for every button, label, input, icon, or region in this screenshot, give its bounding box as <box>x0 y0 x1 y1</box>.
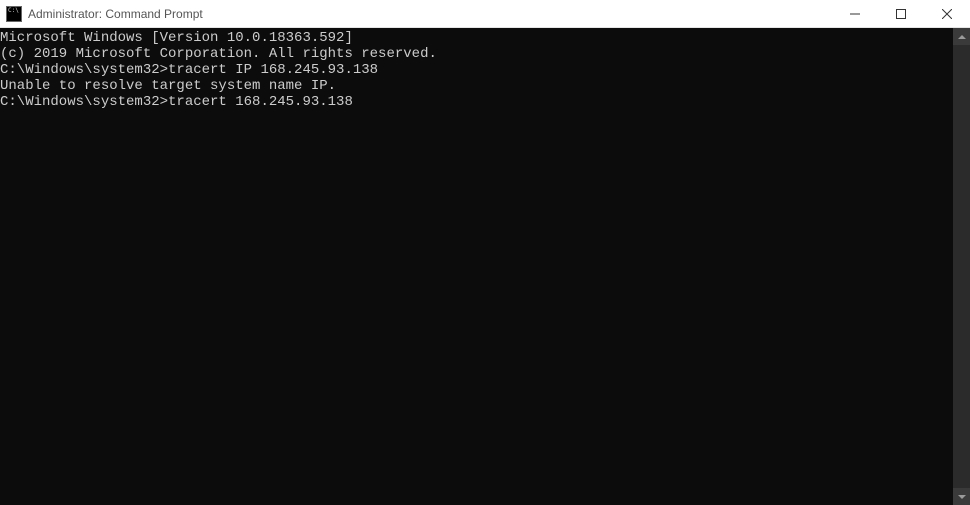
window-controls <box>832 0 970 27</box>
close-icon <box>942 9 952 19</box>
scroll-up-button[interactable] <box>953 28 970 45</box>
close-button[interactable] <box>924 0 970 27</box>
command-prompt-window: Administrator: Command Prompt Micr <box>0 0 970 505</box>
terminal-area: Microsoft Windows [Version 10.0.18363.59… <box>0 28 970 505</box>
terminal-line: (c) 2019 Microsoft Corporation. All righ… <box>0 46 953 62</box>
chevron-down-icon <box>958 495 966 499</box>
titlebar-left: Administrator: Command Prompt <box>0 6 203 22</box>
minimize-icon <box>850 9 860 19</box>
maximize-button[interactable] <box>878 0 924 27</box>
titlebar[interactable]: Administrator: Command Prompt <box>0 0 970 28</box>
maximize-icon <box>896 9 906 19</box>
terminal-output[interactable]: Microsoft Windows [Version 10.0.18363.59… <box>0 28 953 505</box>
minimize-button[interactable] <box>832 0 878 27</box>
terminal-line: C:\Windows\system32>tracert IP 168.245.9… <box>0 62 953 78</box>
terminal-line: Unable to resolve target system name IP. <box>0 78 953 94</box>
vertical-scrollbar[interactable] <box>953 28 970 505</box>
terminal-line: C:\Windows\system32>tracert 168.245.93.1… <box>0 94 953 110</box>
scroll-down-button[interactable] <box>953 488 970 505</box>
terminal-line: Microsoft Windows [Version 10.0.18363.59… <box>0 30 953 46</box>
chevron-up-icon <box>958 35 966 39</box>
window-title: Administrator: Command Prompt <box>28 7 203 21</box>
cmd-icon <box>6 6 22 22</box>
